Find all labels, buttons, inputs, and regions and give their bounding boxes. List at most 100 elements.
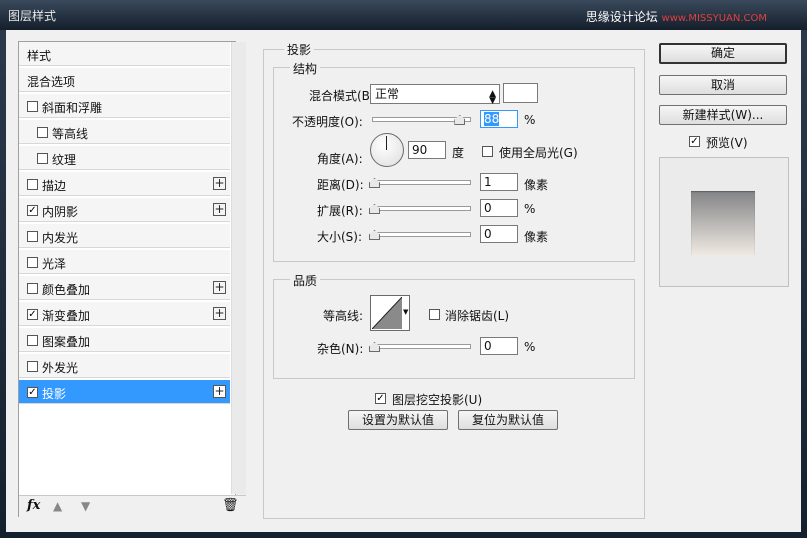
- size-slider[interactable]: [369, 230, 471, 240]
- style-item-label: 混合选项: [27, 75, 76, 89]
- size-label: 大小(S):: [317, 230, 363, 244]
- style-item-checkbox[interactable]: ✓: [27, 309, 38, 320]
- size-input-value: 0: [484, 227, 492, 241]
- anti-alias-checkbox[interactable]: [429, 309, 440, 320]
- preview-checkbox[interactable]: ✓: [689, 136, 700, 147]
- move-up-icon[interactable]: ▲: [53, 499, 62, 513]
- global-light-label: 使用全局光(G): [499, 146, 578, 160]
- style-item[interactable]: 等高线: [19, 120, 230, 144]
- style-item[interactable]: 外发光: [19, 354, 230, 378]
- noise-unit: %: [524, 340, 536, 354]
- dialog-body: 样式混合选项斜面和浮雕等高线纹理描边 + ✓ 内阴影 + 内发光光泽颜色叠加 + ✓ 渐变叠加 +…: [6, 30, 801, 532]
- distance-slider[interactable]: [369, 178, 471, 188]
- distance-input[interactable]: 1: [480, 173, 518, 191]
- opacity-input-value: 88: [484, 112, 500, 126]
- style-item[interactable]: 颜色叠加 +: [19, 276, 230, 300]
- style-item-checkbox[interactable]: [27, 257, 38, 268]
- angle-dial-needle: [386, 136, 387, 150]
- distance-slider-thumb[interactable]: [369, 178, 380, 188]
- noise-slider-thumb[interactable]: [369, 342, 380, 352]
- style-item-checkbox[interactable]: [27, 335, 38, 346]
- add-effect-icon[interactable]: +: [213, 307, 226, 320]
- style-item-label: 样式: [27, 49, 52, 63]
- style-item[interactable]: 图案叠加: [19, 328, 230, 352]
- style-item-checkbox[interactable]: ✓: [27, 387, 38, 398]
- style-item-label: 斜面和浮雕: [42, 101, 103, 115]
- angle-unit: 度: [452, 146, 465, 160]
- style-item[interactable]: 斜面和浮雕: [19, 94, 230, 118]
- shadow-color-swatch[interactable]: [503, 83, 538, 103]
- section-title: 投影: [284, 41, 315, 58]
- noise-input-value: 0: [484, 339, 492, 353]
- style-item-checkbox[interactable]: [27, 179, 38, 190]
- style-item[interactable]: ✓ 渐变叠加 +: [19, 302, 230, 326]
- style-item[interactable]: ✓ 投影 +: [19, 380, 230, 404]
- anti-alias-label: 消除锯齿(L): [445, 309, 510, 323]
- size-slider-thumb[interactable]: [369, 230, 380, 240]
- global-light-checkbox[interactable]: [482, 146, 493, 157]
- style-item[interactable]: 纹理: [19, 146, 230, 170]
- spread-slider-thumb[interactable]: [369, 204, 380, 214]
- size-input[interactable]: 0: [480, 225, 518, 243]
- opacity-input[interactable]: 88: [480, 110, 518, 128]
- blend-mode-select[interactable]: 正常 ▲ ▼: [370, 84, 500, 106]
- title-bar[interactable]: 图层样式 思缘设计论坛 www.MISSYUAN.COM: [0, 0, 807, 30]
- angle-input[interactable]: 90: [408, 141, 446, 159]
- opacity-slider[interactable]: [372, 115, 471, 125]
- style-item[interactable]: 内发光: [19, 224, 230, 248]
- opacity-slider-thumb[interactable]: [454, 115, 466, 125]
- style-item[interactable]: 混合选项: [19, 68, 230, 92]
- noise-slider[interactable]: [369, 342, 471, 352]
- spread-slider[interactable]: [369, 204, 471, 214]
- quality-title: 品质: [290, 272, 321, 289]
- style-item[interactable]: ✓ 内阴影 +: [19, 198, 230, 222]
- style-item-checkbox[interactable]: [27, 231, 38, 242]
- style-item-checkbox[interactable]: ✓: [27, 205, 38, 216]
- style-item-checkbox[interactable]: [27, 101, 38, 112]
- move-down-icon[interactable]: ▼: [81, 499, 90, 513]
- spread-input-value: 0: [484, 201, 492, 215]
- style-item[interactable]: 样式: [19, 42, 230, 66]
- style-item-checkbox[interactable]: [37, 153, 48, 164]
- style-item-label: 光泽: [42, 257, 67, 271]
- styles-list: 样式混合选项斜面和浮雕等高线纹理描边 + ✓ 内阴影 + 内发光光泽颜色叠加 + ✓ 渐变叠加 +…: [18, 41, 246, 517]
- size-unit: 像素: [524, 230, 549, 244]
- structure-group: 结构 混合模式(B): 正常 ▲ ▼ 不透明度(O): 88 % 角度(A):: [273, 60, 635, 262]
- contour-picker[interactable]: ▼: [370, 295, 410, 331]
- add-effect-icon[interactable]: +: [213, 385, 226, 398]
- distance-input-value: 1: [484, 175, 492, 189]
- add-effect-icon[interactable]: +: [213, 203, 226, 216]
- reset-default-button[interactable]: 复位为默认值: [458, 410, 558, 430]
- dialog-title: 图层样式: [8, 9, 57, 23]
- quality-group: 品质 等高线: ▼ 消除锯齿(L) 杂色(N): 0 %: [273, 272, 635, 379]
- cancel-button[interactable]: 取消: [659, 75, 787, 95]
- opacity-unit: %: [524, 113, 536, 127]
- style-item[interactable]: 光泽: [19, 250, 230, 274]
- angle-label: 角度(A):: [317, 152, 363, 166]
- style-preview: [659, 157, 789, 287]
- style-item[interactable]: 描边 +: [19, 172, 230, 196]
- angle-dial[interactable]: [370, 133, 404, 167]
- ok-button[interactable]: 确定: [659, 43, 787, 64]
- knockout-checkbox[interactable]: ✓: [375, 393, 386, 404]
- spread-input[interactable]: 0: [480, 199, 518, 217]
- add-effect-icon[interactable]: +: [213, 281, 226, 294]
- noise-input[interactable]: 0: [480, 337, 518, 355]
- preview-label: 预览(V): [706, 136, 748, 150]
- new-style-button[interactable]: 新建样式(W)...: [659, 105, 787, 125]
- layer-style-dialog: 图层样式 思缘设计论坛 www.MISSYUAN.COM 样式混合选项斜面和浮雕…: [0, 0, 807, 538]
- styles-list-toolbar: fx ▲ ▼ 🗑: [19, 495, 246, 517]
- style-preview-swatch: [691, 191, 755, 255]
- contour-dropdown-icon[interactable]: ▼: [403, 308, 408, 316]
- add-effect-icon[interactable]: +: [213, 177, 226, 190]
- make-default-button[interactable]: 设置为默认值: [348, 410, 448, 430]
- style-item-label: 纹理: [52, 153, 77, 167]
- fx-button[interactable]: fx: [27, 498, 40, 513]
- style-item-checkbox[interactable]: [27, 361, 38, 372]
- trash-icon[interactable]: 🗑: [222, 498, 239, 513]
- style-item-checkbox[interactable]: [37, 127, 48, 138]
- style-item-label: 外发光: [42, 361, 79, 375]
- style-item-checkbox[interactable]: [27, 283, 38, 294]
- styles-list-scrollbar[interactable]: [231, 42, 246, 494]
- blend-mode-label: 混合模式(B):: [309, 89, 379, 103]
